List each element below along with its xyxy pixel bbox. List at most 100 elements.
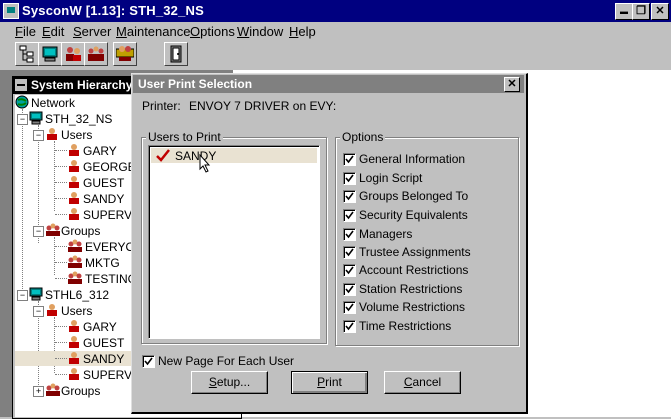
menu-file[interactable]: File (15, 24, 36, 39)
checkbox[interactable] (343, 190, 356, 203)
checkbox[interactable] (142, 355, 155, 368)
check-icon (144, 357, 153, 366)
user-print-selection-dialog[interactable]: User Print Selection ✕ Printer: ENVOY 7 … (131, 73, 528, 414)
group-icon (68, 271, 82, 284)
menu-server[interactable]: Server (73, 24, 111, 39)
app-icon[interactable] (3, 3, 19, 19)
tree-label: GUEST (83, 336, 125, 350)
menu-maintenance[interactable]: Maintenance (116, 24, 190, 39)
cancel-button[interactable]: Cancel (384, 371, 461, 394)
print-server-tool-button[interactable] (113, 42, 137, 66)
checkbox[interactable] (343, 264, 356, 277)
user-icon (69, 208, 79, 220)
groups-folder-icon (46, 223, 60, 236)
check-icon (345, 303, 354, 312)
tree-label: Groups (61, 224, 101, 238)
check-icon (345, 174, 354, 183)
option-label: General Information (359, 152, 466, 166)
collapse-icon[interactable]: − (33, 130, 44, 141)
checkbox[interactable] (343, 209, 356, 222)
users-folder-icon (47, 128, 57, 140)
option-label: Trustee Assignments (359, 245, 471, 259)
door-icon (170, 45, 182, 63)
tree-label: TESTING (85, 272, 138, 286)
collapse-icon[interactable]: − (33, 226, 44, 237)
tree-label: SANDY (83, 192, 125, 206)
option-label: Managers (359, 227, 413, 241)
users-to-print-list[interactable]: SANDY (148, 145, 320, 339)
app-title: SysconW [1.13]: STH_32_NS (22, 3, 205, 18)
check-icon (345, 230, 354, 239)
server-icon (42, 46, 58, 62)
option-label: New Page For Each User (158, 354, 295, 368)
restore-button[interactable]: ❐ (632, 3, 650, 20)
tree-label: Network (31, 96, 76, 110)
check-icon (345, 211, 354, 220)
option-label: Volume Restrictions (359, 300, 466, 314)
checkbox[interactable] (343, 320, 356, 333)
user-icon (69, 176, 79, 188)
groups-icon (88, 46, 104, 61)
menu-edit[interactable]: Edit (42, 24, 64, 39)
checkbox[interactable] (343, 153, 356, 166)
expand-icon[interactable]: + (33, 386, 44, 397)
user-icon (69, 160, 79, 172)
system-menu-icon[interactable] (15, 79, 27, 91)
server-icon (29, 287, 43, 301)
list-item[interactable]: SANDY (151, 148, 317, 163)
user-icon (69, 192, 79, 204)
collapse-icon[interactable]: − (33, 306, 44, 317)
close-button[interactable]: ✕ (651, 3, 669, 20)
hierarchy-tool-button[interactable] (15, 42, 39, 66)
checkbox[interactable] (343, 283, 356, 296)
dialog-title: User Print Selection (138, 77, 253, 91)
option-label: Time Restrictions (359, 319, 452, 333)
collapse-icon[interactable]: − (17, 114, 28, 125)
users-to-print-title: Users to Print (146, 130, 223, 144)
option-label: Groups Belonged To (359, 189, 469, 203)
user-icon (69, 144, 79, 156)
check-icon (345, 248, 354, 257)
close-icon: ✕ (507, 78, 517, 90)
groups-tool-button[interactable] (84, 42, 108, 66)
setup-button[interactable]: Setup... (191, 371, 268, 394)
checkbox[interactable] (343, 246, 356, 259)
hierarchy-title: System Hierarchy (31, 78, 133, 92)
options-title: Options (340, 130, 386, 144)
exit-tool-button[interactable] (164, 42, 188, 66)
group-icon (68, 255, 82, 268)
users-tool-button[interactable] (61, 42, 85, 66)
user-icon (69, 368, 79, 380)
check-icon (345, 155, 354, 164)
menu-help[interactable]: Help (289, 24, 316, 39)
check-icon (345, 322, 354, 331)
option-label: Station Restrictions (359, 282, 463, 296)
tree-label: MKTG (85, 256, 120, 270)
menu-bar: File Edit Server Maintenance Options Win… (0, 22, 671, 40)
option-label: Login Script (359, 171, 423, 185)
checkbox[interactable] (343, 301, 356, 314)
user-icon (69, 320, 79, 332)
minimize-icon: ▬ (620, 7, 628, 16)
user-icon (69, 336, 79, 348)
checkbox[interactable] (343, 172, 356, 185)
dialog-title-bar[interactable]: User Print Selection ✕ (133, 75, 524, 93)
print-server-icon (116, 46, 134, 61)
app-title-bar[interactable]: SysconW [1.13]: STH_32_NS ▬ ❐ ✕ (0, 0, 671, 22)
minimize-button[interactable]: ▬ (615, 3, 633, 20)
collapse-icon[interactable]: − (17, 290, 28, 301)
dialog-close-button[interactable]: ✕ (504, 77, 520, 92)
menu-options[interactable]: Options (190, 24, 235, 39)
checkbox[interactable] (343, 228, 356, 241)
check-icon (345, 285, 354, 294)
groups-folder-icon (46, 383, 60, 396)
print-button[interactable]: Print (291, 371, 368, 394)
user-icon (69, 352, 79, 364)
network-globe-icon (15, 95, 29, 109)
check-icon (345, 266, 354, 275)
hierarchy-icon (19, 45, 34, 63)
server-icon (29, 111, 43, 125)
close-icon: ✕ (655, 5, 665, 17)
menu-window[interactable]: Window (237, 24, 283, 39)
server-tool-button[interactable] (38, 42, 62, 66)
